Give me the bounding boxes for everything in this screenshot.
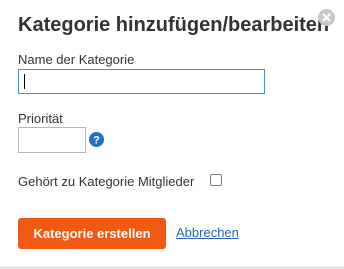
members-checkbox[interactable] [210,174,222,186]
category-name-input[interactable] [18,69,265,94]
dialog-title: Kategorie hinzufügen/bearbeiten [18,14,330,36]
cancel-link[interactable]: Abbrechen [176,225,239,240]
add-category-dialog: Kategorie hinzufügen/bearbeiten Name der… [0,0,344,269]
members-checkbox-label: Gehört zu Kategorie Mitglieder [18,174,195,189]
svg-text:?: ? [93,134,100,146]
priority-input[interactable] [18,127,86,153]
create-category-button[interactable]: Kategorie erstellen [18,218,166,249]
close-icon [322,13,331,22]
question-mark-icon[interactable]: ? [89,132,104,147]
text-caret [24,74,25,89]
priority-label: Priorität [18,111,63,126]
close-button[interactable] [318,9,335,26]
category-name-label: Name der Kategorie [18,52,135,67]
